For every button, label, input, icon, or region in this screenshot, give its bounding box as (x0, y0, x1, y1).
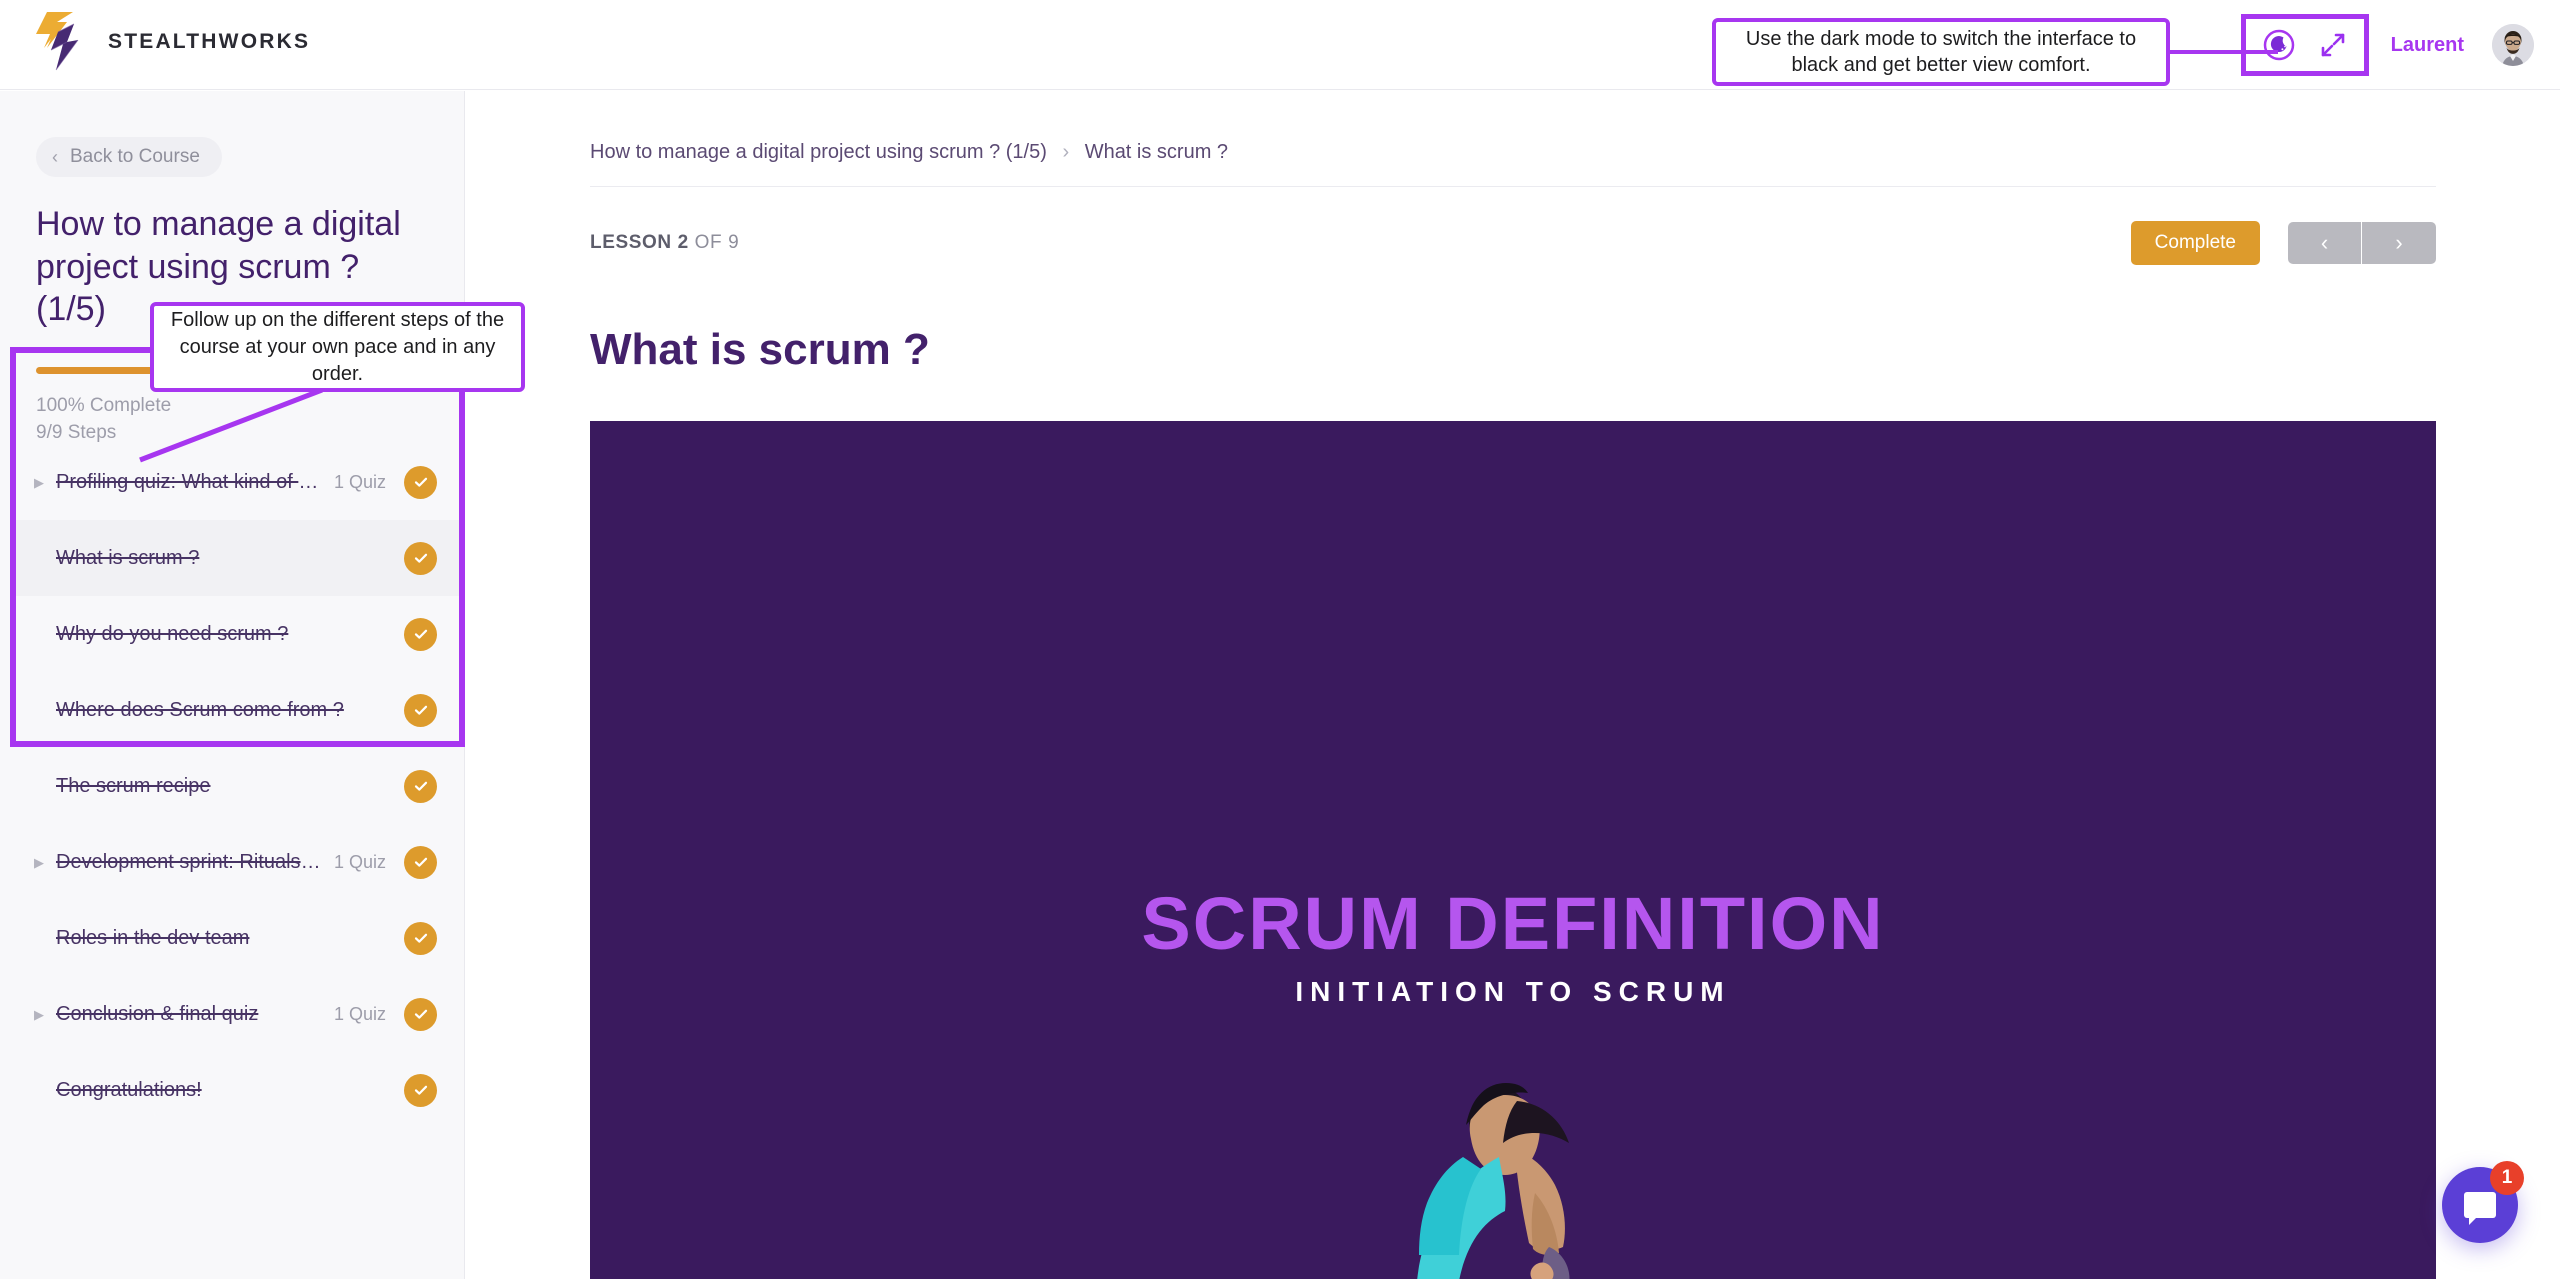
back-to-course-label: Back to Course (70, 146, 200, 167)
step-row[interactable]: Why do you need scrum ? (16, 596, 459, 672)
lesson-actions: Complete ‹ › (2130, 221, 2436, 265)
woman-stretching-photo (1417, 1083, 1570, 1279)
lesson-counter: LESSON 2 OF 9 (590, 232, 739, 254)
step-complete-check-icon (404, 769, 437, 803)
step-row[interactable]: Where does Scrum come from ? (16, 672, 459, 748)
step-label: Roles in the dev team (56, 926, 250, 949)
step-complete-check-icon (404, 465, 437, 499)
step-row[interactable]: The scrum recipe (16, 748, 459, 824)
chat-widget-button[interactable]: 1 (2442, 1161, 2524, 1243)
step-complete-check-icon (404, 693, 437, 727)
step-label: Development sprint: Rituals, Roles &... (56, 850, 334, 873)
course-steps-list: ▶Profiling quiz: What kind of project ..… (16, 444, 459, 1128)
step-meta: 1 Quiz (333, 471, 386, 492)
step-complete-check-icon (404, 845, 437, 879)
stealthworks-logo-icon (36, 12, 79, 71)
callout-dark-mode: Use the dark mode to switch the interfac… (1712, 18, 2170, 86)
banner-title: SCRUM DEFINITION (1141, 882, 1885, 965)
expand-arrows-icon[interactable] (2318, 30, 2348, 60)
chevron-left-icon: ‹ (2320, 230, 2329, 255)
expand-triangle-icon[interactable]: ▶ (34, 856, 56, 869)
lesson-counter-total: OF 9 (694, 232, 740, 253)
previous-lesson-button[interactable]: ‹ (2288, 222, 2362, 264)
expand-triangle-icon[interactable]: ▶ (34, 476, 56, 489)
lesson-main: How to manage a digital project using sc… (466, 91, 2560, 1279)
step-label: Why do you need scrum ? (56, 622, 289, 645)
brand-logo[interactable]: STEALTHWORKS (34, 10, 310, 74)
step-complete-check-icon (404, 541, 437, 575)
step-label: The scrum recipe (56, 774, 211, 797)
step-meta: 1 Quiz (333, 851, 386, 872)
avatar[interactable] (2492, 24, 2534, 66)
breadcrumb-separator-icon: › (1062, 141, 1070, 163)
chat-bubble-icon (2464, 1192, 2496, 1225)
lesson-toolbar: LESSON 2 OF 9 Complete ‹ › (590, 221, 2436, 265)
step-label: Profiling quiz: What kind of project ... (56, 470, 334, 493)
lesson-video-banner[interactable]: SCRUM DEFINITION INITIATION TO SCRUM (590, 421, 2436, 1279)
lesson-title: What is scrum ? (590, 325, 930, 374)
step-row[interactable]: Roles in the dev team (16, 900, 459, 976)
chat-unread-badge: 1 (2490, 1161, 2524, 1195)
breadcrumb: How to manage a digital project using sc… (590, 141, 2560, 164)
banner-subtitle: INITIATION TO SCRUM (1295, 976, 1731, 1007)
brand-name: STEALTHWORKS (108, 30, 311, 53)
breadcrumb-course[interactable]: How to manage a digital project using sc… (590, 141, 1047, 163)
step-row[interactable]: Congratulations! (16, 1052, 459, 1128)
user-name[interactable]: Laurent (2391, 34, 2464, 57)
lesson-nav-group: ‹ › (2288, 222, 2436, 264)
course-sidebar: ‹ Back to Course How to manage a digital… (0, 91, 465, 1279)
chevron-left-icon: ‹ (52, 147, 58, 167)
callout-steps-text: Follow up on the different steps of the … (170, 308, 505, 385)
callout-dark-mode-connector (2168, 50, 2278, 54)
step-complete-check-icon (404, 997, 437, 1031)
callout-dark-mode-text: Use the dark mode to switch the interfac… (1745, 28, 2137, 76)
step-complete-check-icon (404, 617, 437, 651)
lesson-counter-current: LESSON 2 (590, 232, 689, 253)
step-row[interactable]: ▶ Conclusion & final quiz 1 Quiz (16, 976, 459, 1052)
next-lesson-button[interactable]: › (2362, 222, 2436, 264)
step-row[interactable]: What is scrum ? (16, 520, 459, 596)
back-to-course-button[interactable]: ‹ Back to Course (36, 137, 222, 177)
callout-steps: Follow up on the different steps of the … (150, 302, 525, 392)
step-meta: 1 Quiz (333, 1003, 386, 1024)
step-complete-check-icon (404, 1073, 437, 1107)
step-row[interactable]: ▶Development sprint: Rituals, Roles &...… (16, 824, 459, 900)
callout-steps-connector (139, 388, 323, 463)
step-complete-check-icon (404, 921, 437, 955)
chevron-right-icon: › (2395, 230, 2403, 255)
step-label: Where does Scrum come from ? (56, 698, 344, 721)
breadcrumb-lesson[interactable]: What is scrum ? (1085, 141, 1228, 163)
step-label: What is scrum ? (56, 546, 200, 569)
breadcrumb-divider (590, 186, 2436, 187)
expand-triangle-icon[interactable]: ▶ (34, 1008, 56, 1021)
step-label: Conclusion & final quiz (56, 1002, 259, 1025)
complete-button[interactable]: Complete (2130, 221, 2260, 265)
step-label: Congratulations! (56, 1078, 202, 1101)
